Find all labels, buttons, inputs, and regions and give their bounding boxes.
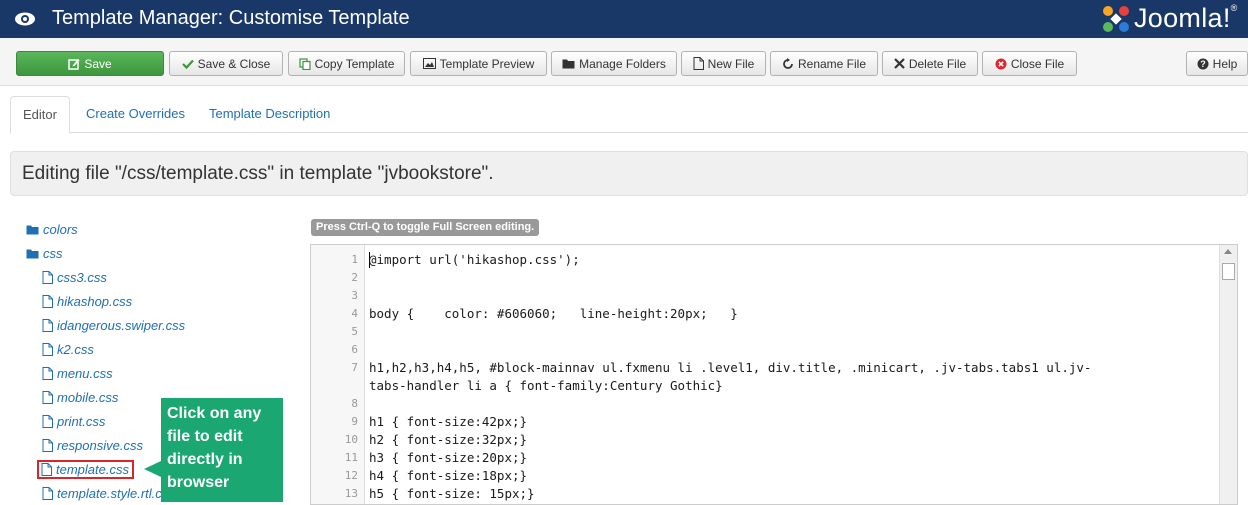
- toolbar: Save Save & Close Copy Template Template…: [0, 38, 1248, 86]
- tree-folder-css[interactable]: css: [26, 246, 63, 261]
- line-number: 9: [351, 415, 358, 428]
- code-line-10: h2 { font-size:32px;}: [369, 432, 528, 447]
- file-icon: [42, 343, 53, 356]
- line-number: 1: [351, 253, 358, 266]
- close-file-button[interactable]: Close File: [982, 51, 1077, 76]
- joomla-logo: Joomla!®: [1100, 2, 1246, 36]
- tree-file[interactable]: print.css: [42, 414, 105, 429]
- new-file-button[interactable]: New File: [681, 51, 766, 76]
- delete-file-button[interactable]: Delete File: [882, 51, 978, 76]
- file-icon: [42, 487, 53, 500]
- code-editor[interactable]: 1 2 3 4 5 6 7 8 9 10 11 12 13 @import ur…: [310, 244, 1238, 505]
- line-number: 4: [351, 307, 358, 320]
- save-button[interactable]: Save: [16, 51, 164, 76]
- file-icon: [693, 57, 704, 70]
- file-icon: [41, 463, 52, 476]
- scroll-up-arrow-icon[interactable]: [1224, 249, 1232, 254]
- line-number: 13: [344, 487, 358, 500]
- edit-icon: [68, 58, 80, 70]
- tree-file[interactable]: mobile.css: [42, 390, 118, 405]
- tree-file[interactable]: k2.css: [42, 342, 94, 357]
- file-icon: [42, 439, 53, 452]
- code-line-1: @import url('hikashop.css');: [369, 252, 580, 267]
- line-number: 8: [351, 397, 358, 410]
- editor-scrollbar[interactable]: [1219, 245, 1237, 504]
- folder-icon: [26, 249, 39, 259]
- help-button[interactable]: ? Help: [1186, 51, 1248, 76]
- tree-file[interactable]: menu.css: [42, 366, 113, 381]
- fullscreen-hint: Press Ctrl-Q to toggle Full Screen editi…: [311, 219, 540, 236]
- code-line-11: h3 { font-size:20px;}: [369, 450, 528, 465]
- tab-bar: Editor Create Overrides Template Descrip…: [10, 96, 1248, 134]
- annotation-callout: Click on any file to edit directly in br…: [161, 398, 283, 502]
- copy-template-button[interactable]: Copy Template: [288, 51, 405, 76]
- code-line-9: h1 { font-size:42px;}: [369, 414, 528, 429]
- check-icon: [181, 59, 194, 69]
- tree-file[interactable]: template.style.rtl.c: [42, 486, 162, 501]
- save-close-button[interactable]: Save & Close: [169, 51, 283, 76]
- joomla-logo-icon: [1103, 6, 1129, 32]
- tree-file-selected[interactable]: template.css: [37, 460, 134, 479]
- tree-file[interactable]: css3.css: [42, 270, 107, 285]
- template-preview-button[interactable]: Template Preview: [410, 51, 547, 76]
- remove-icon: [894, 58, 905, 69]
- eye-icon: [15, 12, 35, 26]
- file-icon: [42, 271, 53, 284]
- file-icon: [42, 367, 53, 380]
- file-icon: [42, 295, 53, 308]
- callout-arrow: [144, 461, 161, 477]
- code-line-4: body { color: #606060; line-height:20px;…: [369, 306, 738, 321]
- scroll-thumb[interactable]: [1222, 263, 1235, 280]
- tab-editor[interactable]: Editor: [10, 96, 70, 134]
- question-icon: ?: [1197, 58, 1209, 69]
- code-line-7-wrap: tabs-handler li a { font-family:Century …: [369, 378, 723, 393]
- tab-create-overrides[interactable]: Create Overrides: [74, 96, 197, 133]
- tree-file[interactable]: responsive.css: [42, 438, 143, 453]
- tree-file[interactable]: idangerous.swiper.css: [42, 318, 185, 333]
- editing-file-text: Editing file "/css/template.css" in temp…: [22, 163, 494, 184]
- line-number: 2: [351, 271, 358, 284]
- folder-icon: [562, 59, 575, 69]
- editing-file-banner: Editing file "/css/template.css" in temp…: [10, 151, 1248, 196]
- page-title: Template Manager: Customise Template: [52, 7, 410, 29]
- line-number: 11: [344, 451, 358, 464]
- line-number: 10: [344, 433, 358, 446]
- line-number: 7: [351, 361, 358, 374]
- line-number-gutter: 1 2 3 4 5 6 7 8 9 10 11 12 13: [311, 245, 365, 504]
- tree-folder-colors[interactable]: colors: [26, 222, 78, 237]
- app-header: Template Manager: Customise Template Joo…: [0, 0, 1248, 38]
- tab-template-description[interactable]: Template Description: [197, 96, 342, 133]
- file-icon: [42, 391, 53, 404]
- rename-file-button[interactable]: Rename File: [770, 51, 878, 76]
- cancel-icon: [995, 58, 1007, 69]
- joomla-wordmark: Joomla!®: [1134, 3, 1238, 33]
- line-number: 5: [351, 325, 358, 338]
- code-line-7: h1,h2,h3,h4,h5, #block-mainnav ul.fxmenu…: [369, 360, 1092, 375]
- folder-icon: [26, 225, 39, 235]
- copy-icon: [298, 57, 311, 70]
- svg-text:?: ?: [1200, 59, 1206, 69]
- tree-file[interactable]: hikashop.css: [42, 294, 132, 309]
- code-line-13: h5 { font-size: 15px;}: [369, 486, 535, 501]
- file-icon: [42, 415, 53, 428]
- line-number: 6: [351, 343, 358, 356]
- line-number: 12: [344, 469, 358, 482]
- refresh-icon: [783, 57, 793, 69]
- manage-folders-button[interactable]: Manage Folders: [551, 51, 677, 76]
- code-line-12: h4 { font-size:18px;}: [369, 468, 528, 483]
- line-number: 3: [351, 289, 358, 302]
- file-icon: [42, 319, 53, 332]
- picture-icon: [422, 58, 436, 69]
